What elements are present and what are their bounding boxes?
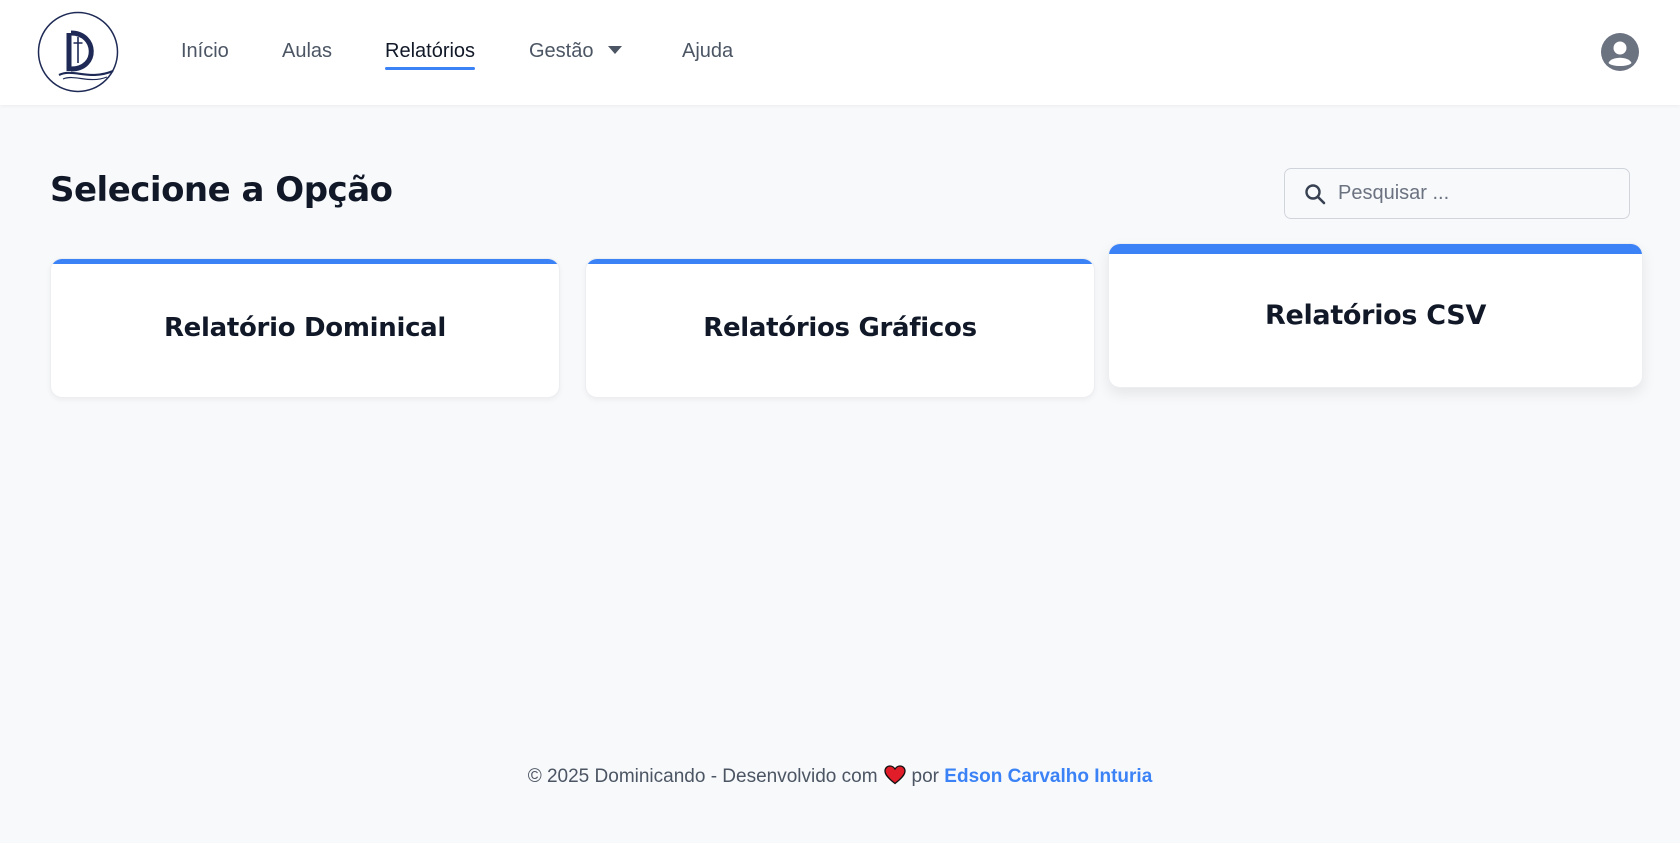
dominicando-logo[interactable] xyxy=(37,11,119,93)
nav-relatorios[interactable]: Relatórios xyxy=(385,38,476,70)
card-title: Relatórios CSV xyxy=(1264,300,1487,331)
search-icon xyxy=(1305,183,1326,204)
search-input[interactable] xyxy=(1338,173,1618,214)
card-title: Relatórios Gráficos xyxy=(703,313,977,343)
card-relatorios-graficos[interactable]: Relatórios Gráficos xyxy=(585,258,1095,398)
top-navbar: Início Aulas Relatórios Gestão Ajuda xyxy=(0,0,1680,105)
card-title: Relatório Dominical xyxy=(163,313,447,343)
author-link[interactable]: Edson Carvalho Inturia xyxy=(944,766,1152,787)
nav-gestao-label: Gestão xyxy=(529,40,594,62)
card-relatorios-csv[interactable]: Relatórios CSV xyxy=(1108,243,1643,388)
card-relatorio-dominical[interactable]: Relatório Dominical xyxy=(50,258,560,398)
footer-copyright: © 2025 Dominicando - Desenvolvido com xyxy=(527,766,878,787)
caret-down-icon xyxy=(608,46,623,55)
search-box[interactable] xyxy=(1284,168,1630,219)
nav-inicio[interactable]: Início xyxy=(181,38,229,68)
footer-by: por xyxy=(911,766,940,787)
nav-aulas[interactable]: Aulas xyxy=(282,38,332,68)
footer: © 2025 Dominicando - Desenvolvido com por… xyxy=(0,765,1680,788)
nav-ajuda[interactable]: Ajuda xyxy=(682,38,733,68)
nav-gestao-dropdown[interactable]: Gestão xyxy=(529,38,623,68)
heart-icon xyxy=(883,765,906,785)
user-circle-icon[interactable] xyxy=(1601,33,1639,71)
page-title: Selecione a Opção xyxy=(50,170,393,210)
